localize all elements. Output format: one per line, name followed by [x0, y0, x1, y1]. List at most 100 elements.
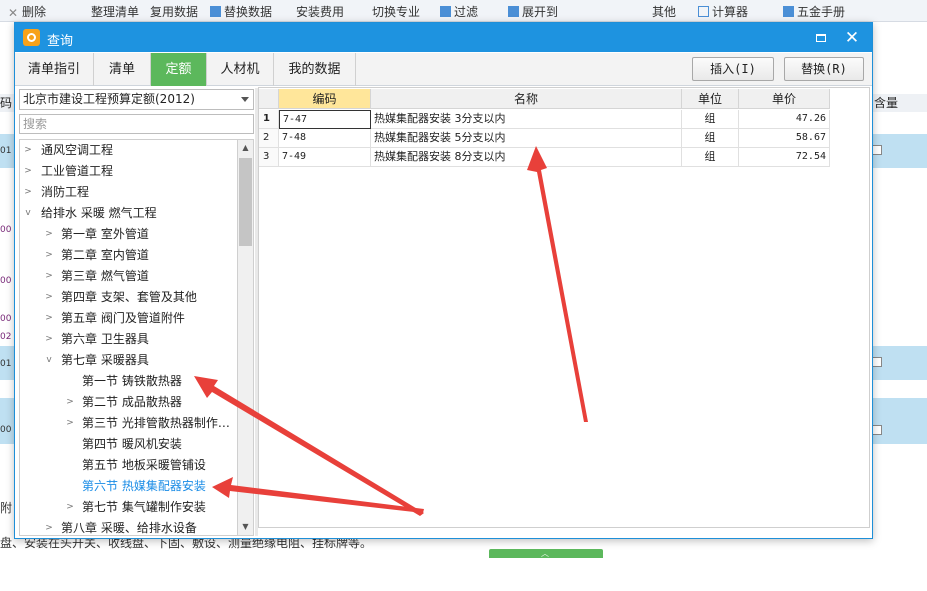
cell-unit[interactable]: 组	[682, 148, 739, 167]
row-number: 3	[259, 148, 279, 167]
tree-item[interactable]: 第五节 地板采暖管铺设	[20, 455, 237, 475]
tree-scrollbar[interactable]: ▲ ▼	[237, 139, 254, 536]
table-row[interactable]: 3 7-49 热媒集配器安装 8分支以内 组 72.54	[259, 148, 830, 167]
grid-header-code[interactable]: 编码	[279, 89, 371, 109]
bg-reuse-button[interactable]: 复用数据	[150, 3, 198, 20]
tree-item[interactable]: 第一节 铸铁散热器	[20, 371, 237, 391]
tab-quota[interactable]: 定额	[151, 53, 207, 86]
cell-name[interactable]: 热媒集配器安装 8分支以内	[371, 148, 682, 167]
bg-install-fee-button[interactable]: 安装费用	[296, 3, 344, 20]
chevron-right-icon[interactable]: >	[22, 161, 34, 181]
tree-item[interactable]: > 第三节 光排管散热器制作…	[20, 413, 237, 433]
bg-expand-button[interactable]: 展开到	[508, 3, 558, 20]
tree-item[interactable]: > 第四章 支架、套管及其他	[20, 287, 237, 307]
query-dialog: 查询 ✕ 清单指引 清单 定额 人材机 我的数据 插入(I) 替换(R) 北京市…	[14, 22, 873, 558]
grid-header-unit[interactable]: 单位	[682, 89, 739, 109]
tree-item-selected[interactable]: 第六节 热媒集配器安装	[20, 476, 237, 496]
tree-item[interactable]: > 第三章 燃气管道	[20, 266, 237, 286]
tab-list-guide[interactable]: 清单指引	[15, 53, 94, 86]
bg-right-header: 含量	[872, 94, 927, 112]
tab-my-data[interactable]: 我的数据	[274, 53, 356, 86]
tab-list[interactable]: 清单	[94, 53, 151, 86]
background-toolbar: ✕ 删除 整理清单 复用数据 替换数据 安装费用 切换专业 过滤 展开到 其他 计…	[0, 0, 927, 22]
tree-item[interactable]: > 第二节 成品散热器	[20, 392, 237, 412]
chevron-right-icon[interactable]: >	[64, 413, 76, 433]
book-icon	[783, 6, 794, 17]
chevron-right-icon[interactable]: >	[64, 392, 76, 412]
chevron-right-icon[interactable]: >	[43, 266, 55, 286]
cell-unit[interactable]: 组	[682, 129, 739, 148]
cell-code[interactable]: 7-49	[279, 148, 371, 167]
table-row[interactable]: 1 7-47 热媒集配器安装 3分支以内 组 47.26	[259, 110, 830, 129]
grid-header-name[interactable]: 名称	[371, 89, 682, 109]
quota-library-value: 北京市建设工程预算定额(2012)	[23, 92, 195, 106]
bg-switch-major-button[interactable]: 切换专业	[372, 3, 420, 20]
bg-replace-data-button[interactable]: 替换数据	[210, 3, 272, 20]
dialog-title: 查询	[47, 34, 74, 49]
tree-item[interactable]: > 第八章 采暖、给排水设备	[20, 518, 237, 535]
grid-header-price[interactable]: 单价	[739, 89, 830, 109]
chevron-right-icon[interactable]: >	[43, 518, 55, 535]
chevron-down-icon[interactable]: v	[43, 350, 55, 370]
chevron-right-icon[interactable]: >	[43, 224, 55, 244]
tree-item[interactable]: > 消防工程	[20, 182, 237, 202]
bg-hardware-manual-button[interactable]: 五金手册	[783, 3, 845, 20]
tab-labor-material-machine[interactable]: 人材机	[207, 53, 274, 86]
cell-code[interactable]: 7-47	[279, 110, 371, 129]
maximize-icon	[816, 34, 826, 42]
tree-item[interactable]: v 给排水 采暖 燃气工程	[20, 203, 237, 223]
quota-tree-panel: 北京市建设工程预算定额(2012) >通风空调工程 >工业管道工程 >消防工程 …	[17, 88, 254, 536]
tree-item[interactable]: 第四节 暖风机安装	[20, 434, 237, 454]
cell-name[interactable]: 热媒集配器安装 3分支以内	[371, 110, 682, 129]
replace-button[interactable]: 替换(R)	[784, 57, 864, 81]
chevron-right-icon[interactable]: >	[22, 182, 34, 202]
bg-delete-button[interactable]: ✕ 删除	[8, 3, 46, 20]
tree-item[interactable]: > 第二章 室内管道	[20, 245, 237, 265]
cell-code[interactable]: 7-48	[279, 129, 371, 148]
expand-icon	[508, 6, 519, 17]
chevron-right-icon[interactable]: >	[43, 245, 55, 265]
chevron-down-icon	[241, 97, 249, 102]
scroll-thumb[interactable]	[239, 158, 252, 246]
chevron-right-icon[interactable]: >	[43, 329, 55, 349]
tree-item[interactable]: > 工业管道工程	[20, 161, 237, 181]
bg-checkbox[interactable]	[872, 425, 882, 435]
close-icon: ✕	[844, 28, 860, 48]
bg-calculator-button[interactable]: 计算器	[698, 3, 748, 20]
tree-item[interactable]: v 第七章 采暖器具	[20, 350, 237, 370]
quota-library-select[interactable]: 北京市建设工程预算定额(2012)	[19, 89, 254, 110]
calculator-icon	[698, 6, 709, 17]
search-input[interactable]	[19, 114, 254, 134]
chevron-down-icon[interactable]: v	[22, 203, 34, 223]
tree-item[interactable]: > 第五章 阀门及管道附件	[20, 308, 237, 328]
close-button[interactable]: ✕	[841, 27, 863, 49]
scroll-up-icon[interactable]: ▲	[238, 140, 253, 156]
cell-unit[interactable]: 组	[682, 110, 739, 129]
app-logo-icon	[23, 29, 40, 46]
tree-item[interactable]: > 第六章 卫生器具	[20, 329, 237, 349]
tree-item[interactable]: > 第一章 室外管道	[20, 224, 237, 244]
table-row[interactable]: 2 7-48 热媒集配器安装 5分支以内 组 58.67	[259, 129, 830, 148]
maximize-button[interactable]	[811, 28, 831, 48]
bg-organize-button[interactable]: 整理清单	[91, 3, 139, 20]
chevron-right-icon[interactable]: >	[64, 497, 76, 517]
row-number: 1	[259, 110, 279, 129]
bg-checkbox[interactable]	[872, 145, 882, 155]
bg-other-button[interactable]: 其他	[652, 3, 676, 20]
cell-name[interactable]: 热媒集配器安装 5分支以内	[371, 129, 682, 148]
tree-item[interactable]: > 第七节 集气罐制作安装	[20, 497, 237, 517]
replace-icon	[210, 6, 221, 17]
bg-checkbox[interactable]	[872, 357, 882, 367]
tree-item[interactable]: > 通风空调工程	[20, 140, 237, 160]
cell-price[interactable]: 58.67	[739, 129, 830, 148]
panel-collapse-grip[interactable]: ︿	[489, 549, 603, 558]
chevron-right-icon[interactable]: >	[43, 308, 55, 328]
scroll-down-icon[interactable]: ▼	[238, 519, 253, 535]
chevron-right-icon[interactable]: >	[22, 140, 34, 160]
bg-filter-button[interactable]: 过滤	[440, 3, 478, 20]
cell-price[interactable]: 47.26	[739, 110, 830, 129]
chevron-right-icon[interactable]: >	[43, 287, 55, 307]
dialog-titlebar[interactable]: 查询 ✕	[15, 23, 872, 52]
cell-price[interactable]: 72.54	[739, 148, 830, 167]
insert-button[interactable]: 插入(I)	[692, 57, 774, 81]
